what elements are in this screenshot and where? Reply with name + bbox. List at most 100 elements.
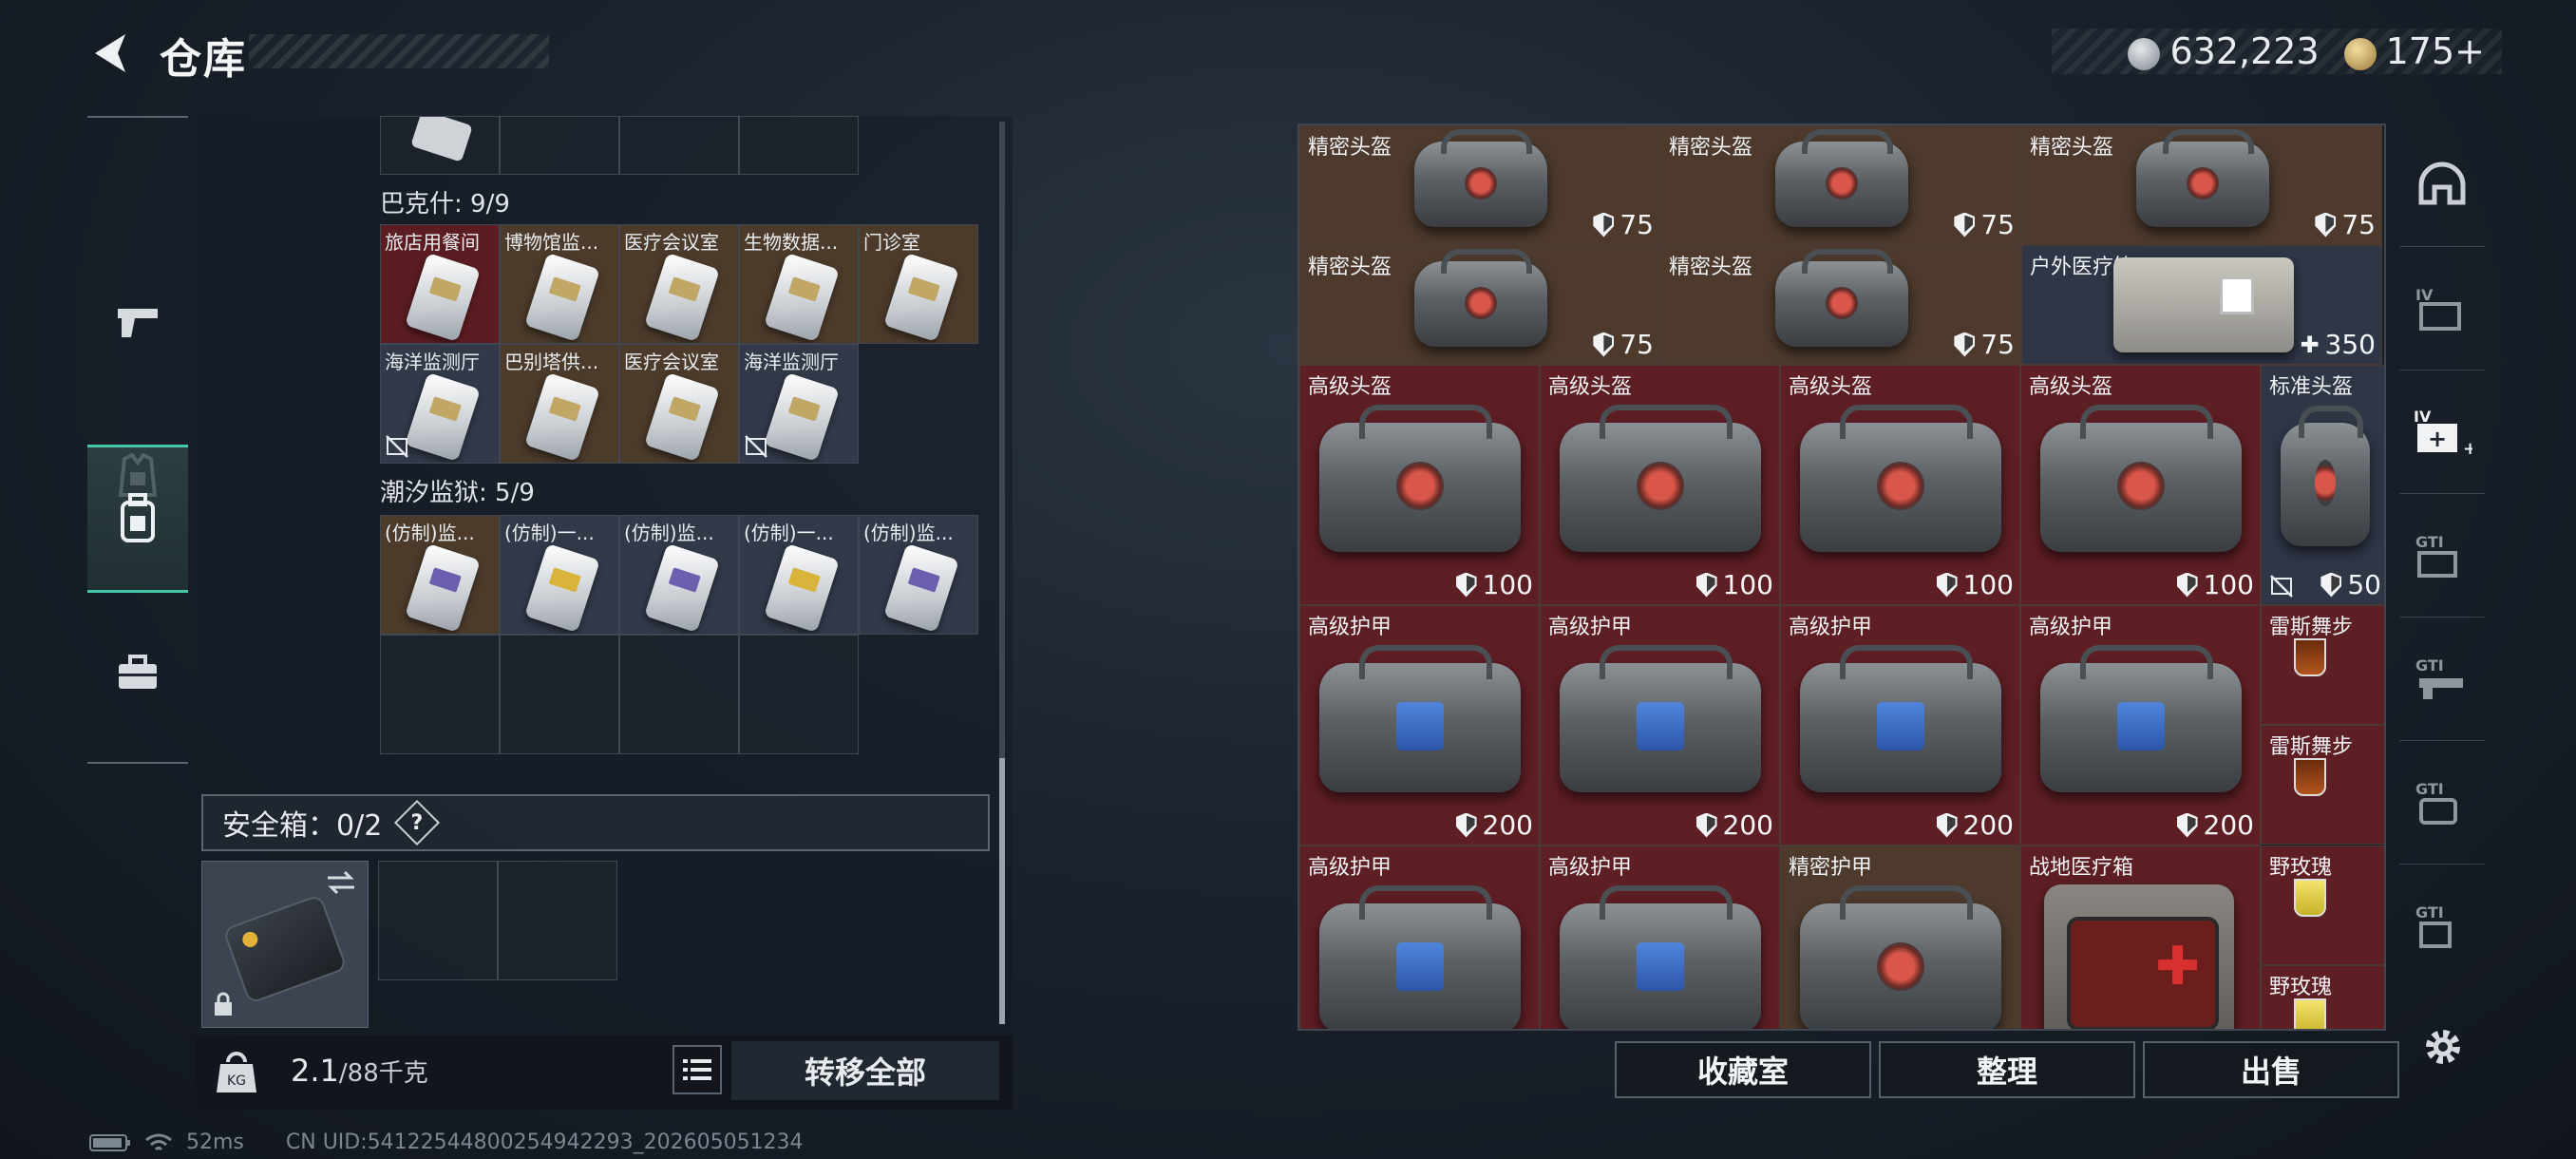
keycard-slot[interactable]: 巴别塔供... <box>500 344 619 464</box>
keycard-icon <box>883 252 959 343</box>
stash-panel: 精密头盔 75 精密头盔 75 精密头盔 75 精密头盔 75 精密头盔 75 户外医疗箱 ✚ 350 高… <box>1297 124 2386 1031</box>
stash-item-advanced-armor[interactable]: 高级护甲 200 <box>2020 605 2261 846</box>
stash-item-standard-helmet[interactable]: 标准头盔 50 <box>2261 365 2384 605</box>
filter-gti-2[interactable]: GTI <box>2399 618 2485 741</box>
keycard-slot[interactable]: (仿制)一... <box>739 515 859 635</box>
backpack-slot[interactable] <box>500 116 619 175</box>
backpack-scrollbar-track[interactable] <box>999 122 1005 758</box>
keycard-icon <box>764 542 840 634</box>
back-button[interactable] <box>84 27 141 80</box>
stash-item-advanced-helmet[interactable]: 高级头盔 100 <box>2020 365 2261 605</box>
gti-icon: GTI <box>2415 533 2457 578</box>
backpack-slot[interactable] <box>500 635 619 754</box>
heal-plus-icon: ✚ <box>2300 331 2320 358</box>
shield-icon <box>1954 332 1976 357</box>
collection-room-button[interactable]: 收藏室 <box>1615 1041 1871 1098</box>
backpack-slot[interactable] <box>739 116 859 175</box>
settings-button[interactable] <box>2418 1022 2468 1072</box>
keycard-slot[interactable]: 门诊室 <box>859 224 978 344</box>
backpack-slot[interactable] <box>739 635 859 754</box>
filter-gti-3[interactable]: GTI <box>2399 741 2485 864</box>
stash-item-drink[interactable]: 野玫瑰 <box>2261 846 2384 965</box>
safebox-slot-3[interactable] <box>498 861 617 980</box>
weight-readout: 2.1/88千克 <box>291 1053 428 1089</box>
backpack-slot[interactable] <box>380 635 500 754</box>
battery-icon <box>89 1133 130 1151</box>
gold-currency[interactable]: 175+ <box>2343 30 2485 72</box>
stash-item-drink[interactable]: 雷斯舞步 <box>2261 605 2384 725</box>
stash-item-advanced-armor[interactable]: 高级护甲 200 <box>1299 605 1540 846</box>
stash-item-drink[interactable]: 雷斯舞步 <box>2261 725 2384 845</box>
armor-bag-icon <box>1319 644 1521 792</box>
stash-item-precision-helmet[interactable]: 精密头盔 75 <box>1299 245 1660 365</box>
gti-weapon-icon: GTI <box>2415 656 2463 699</box>
safebox-slot-2[interactable] <box>378 861 498 980</box>
safebox-help-button[interactable]: ? <box>394 799 441 846</box>
filter-gti-4[interactable]: GTI <box>2399 864 2485 988</box>
nav-case[interactable] <box>87 602 188 745</box>
stash-item-outdoor-medkit[interactable]: 户外医疗箱 ✚ 350 <box>2021 245 2382 365</box>
item-name: 战地医疗箱 <box>2029 856 2134 880</box>
backpack-scrollbar-thumb[interactable] <box>999 758 1005 1024</box>
helmet-bag-icon <box>1560 404 1761 552</box>
filter-helmet[interactable] <box>2399 124 2485 247</box>
keycard-name: 博物馆监... <box>504 231 599 254</box>
keycard-slot[interactable]: 海洋监测厅 <box>380 344 500 464</box>
stash-item-advanced-armor[interactable]: 高级护甲 <box>1299 846 1540 1029</box>
keycard-slot[interactable]: 医疗会议室 <box>619 344 739 464</box>
keycard-slot[interactable]: 旅店用餐间 <box>380 224 500 344</box>
svg-text:KG: KG <box>227 1074 246 1089</box>
keycard-slot[interactable]: 海洋监测厅 <box>739 344 859 464</box>
wifi-icon <box>145 1133 172 1150</box>
swap-icon[interactable] <box>324 869 358 896</box>
keycard-icon <box>405 542 481 634</box>
svg-text:GTI: GTI <box>2415 533 2444 551</box>
weight-icon: KG <box>217 1052 256 1092</box>
keycard-icon <box>644 371 720 463</box>
keycard-slot[interactable]: (仿制)监... <box>619 515 739 635</box>
item-name: 高级头盔 <box>1789 375 1873 399</box>
keycard-slot[interactable]: (仿制)一... <box>500 515 619 635</box>
stash-item-advanced-helmet[interactable]: 高级头盔 100 <box>1540 365 1780 605</box>
keycard-icon <box>764 252 840 343</box>
list-view-button[interactable] <box>672 1045 722 1094</box>
stash-item-precision-helmet[interactable]: 精密头盔 75 <box>1660 125 2021 245</box>
backpack-slot[interactable] <box>619 116 739 175</box>
stash-item-advanced-armor[interactable]: 高级护甲 200 <box>1540 605 1780 846</box>
transfer-all-button[interactable]: 转移全部 <box>731 1041 999 1100</box>
stash-item-field-medkit[interactable]: 战地医疗箱 <box>2020 846 2261 1029</box>
item-name: 精密头盔 <box>1669 136 1753 160</box>
svg-text:IV: IV <box>2414 408 2432 426</box>
keycard-slot[interactable]: 生物数据... <box>739 224 859 344</box>
nav-weapons[interactable] <box>87 251 188 393</box>
silver-currency[interactable]: 632,223 <box>2128 30 2320 72</box>
sort-button[interactable]: 整理 <box>1879 1041 2135 1098</box>
safebox-slot-1[interactable] <box>201 861 369 1028</box>
keycard-slot[interactable]: (仿制)监... <box>859 515 978 635</box>
item-value: 75 <box>1954 329 2015 360</box>
filter-medical-iv[interactable]: IV + + <box>2399 370 2485 494</box>
nav-backpack[interactable] <box>87 445 188 593</box>
stash-item-drink[interactable]: 野玫瑰 <box>2261 965 2384 1029</box>
stash-item-precision-helmet[interactable]: 精密头盔 75 <box>1660 245 2021 365</box>
sell-button[interactable]: 出售 <box>2143 1041 2399 1098</box>
backpack-slot[interactable] <box>380 116 500 175</box>
backpack-slot[interactable] <box>619 635 739 754</box>
ping-readout: 52ms <box>186 1130 244 1154</box>
filter-armor-iv[interactable]: IV <box>2399 247 2485 370</box>
keycard-slot[interactable]: (仿制)监... <box>380 515 500 635</box>
keycard-slot[interactable]: 博物馆监... <box>500 224 619 344</box>
stash-item-precision-armor[interactable]: 精密护甲 <box>1780 846 2020 1029</box>
stash-item-advanced-helmet[interactable]: 高级头盔 100 <box>1299 365 1540 605</box>
stash-item-precision-helmet[interactable]: 精密头盔 75 <box>1299 125 1660 245</box>
medkit-level-icon: IV + + <box>2414 408 2472 458</box>
shield-icon <box>2176 812 2198 838</box>
stash-item-advanced-armor[interactable]: 高级护甲 200 <box>1780 605 2020 846</box>
keycard-name: 门诊室 <box>863 231 920 254</box>
stash-item-advanced-armor[interactable]: 高级护甲 <box>1540 846 1780 1029</box>
filter-gti-1[interactable]: GTI <box>2399 494 2485 618</box>
shield-icon <box>1455 812 1477 838</box>
stash-item-precision-helmet[interactable]: 精密头盔 75 <box>2021 125 2382 245</box>
stash-item-advanced-helmet[interactable]: 高级头盔 100 <box>1780 365 2020 605</box>
keycard-slot[interactable]: 医疗会议室 <box>619 224 739 344</box>
